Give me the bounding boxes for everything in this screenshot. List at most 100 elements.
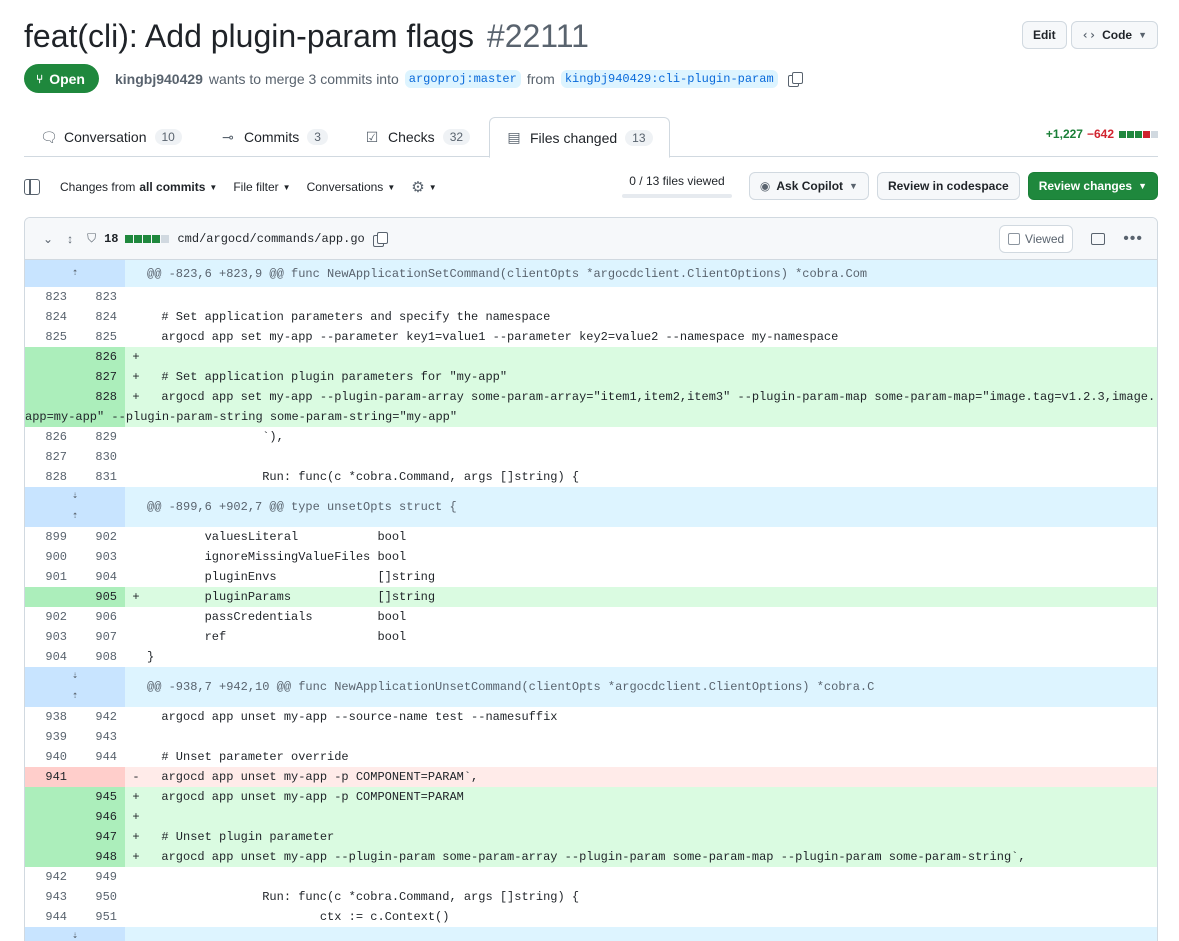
old-line-number[interactable] <box>25 587 75 607</box>
chevron-down-icon[interactable]: ⌄ <box>43 232 53 246</box>
hunk-header: ⇣ ⇡ @@ -899,6 +902,7 @@ type unsetOpts st… <box>25 487 1157 527</box>
new-line-number[interactable]: 948 <box>75 847 125 867</box>
changes-from-dropdown[interactable]: Changes from all commits ▼ <box>60 180 217 194</box>
new-line-number[interactable]: 950 <box>75 887 125 907</box>
old-line-number[interactable]: 940 <box>25 747 75 767</box>
diffstat-square <box>1135 131 1142 138</box>
old-line-number[interactable]: 827 <box>25 447 75 467</box>
old-line-number[interactable]: 823 <box>25 287 75 307</box>
old-line-number[interactable]: 825 <box>25 327 75 347</box>
new-line-number[interactable]: 903 <box>75 547 125 567</box>
old-line-number[interactable] <box>25 807 75 827</box>
tab-files-changed[interactable]: ▤ Files changed 13 <box>489 117 670 158</box>
new-line-number[interactable]: 831 <box>75 467 125 487</box>
old-line-number[interactable]: 903 <box>25 627 75 647</box>
new-line-number[interactable]: 830 <box>75 447 125 467</box>
old-line-number[interactable]: 902 <box>25 607 75 627</box>
expand-down-icon[interactable]: ⇣ <box>72 667 78 687</box>
file-filter-dropdown[interactable]: File filter ▼ <box>233 180 290 194</box>
old-line-number[interactable]: 904 <box>25 647 75 667</box>
tab-count: 32 <box>442 129 471 145</box>
expand-down-icon[interactable]: ⇣ <box>72 487 78 507</box>
new-line-number[interactable]: 825 <box>75 327 125 347</box>
new-line-number[interactable]: 947 <box>75 827 125 847</box>
diff-line: 828 831 Run: func(c *cobra.Command, args … <box>25 467 1157 487</box>
tab-checks[interactable]: ☑ Checks 32 <box>348 117 486 157</box>
old-line-number[interactable] <box>25 787 75 807</box>
expand-up-icon[interactable]: ⇡ <box>72 507 78 527</box>
diff-line: 900 903 ignoreMissingValueFiles bool <box>25 547 1157 567</box>
new-line-number[interactable]: 945 <box>75 787 125 807</box>
copy-icon[interactable] <box>787 71 803 87</box>
chevron-down-icon: ▼ <box>387 182 396 192</box>
old-line-number[interactable]: 944 <box>25 907 75 927</box>
kebab-menu-icon[interactable]: ••• <box>1123 230 1143 248</box>
new-line-number[interactable]: 823 <box>75 287 125 307</box>
ask-copilot-button[interactable]: ◉ Ask Copilot ▼ <box>748 172 869 200</box>
old-line-number[interactable]: 828 <box>25 467 75 487</box>
expand-both-icon[interactable]: ⇣ ⇡ <box>25 487 125 527</box>
expand-down-icon[interactable]: ⇣ <box>25 927 125 941</box>
author-link[interactable]: kingbj940429 <box>115 71 203 87</box>
review-changes-button[interactable]: Review changes ▼ <box>1027 172 1158 200</box>
new-line-number[interactable]: 907 <box>75 627 125 647</box>
old-line-number[interactable] <box>25 347 75 367</box>
base-branch[interactable]: argoproj:master <box>404 69 521 88</box>
sidebar-toggle-icon[interactable] <box>24 179 40 195</box>
copy-path-icon[interactable] <box>372 231 388 247</box>
viewed-checkbox-button[interactable]: Viewed <box>999 225 1074 253</box>
expand-all-icon[interactable]: ↕ <box>67 232 73 246</box>
settings-dropdown[interactable]: ⚙ ▼ <box>411 178 436 196</box>
old-line-number[interactable]: 942 <box>25 867 75 887</box>
new-line-number[interactable]: 944 <box>75 747 125 767</box>
expand-up-icon[interactable]: ⇡ <box>72 687 78 707</box>
expand-both-icon[interactable]: ⇣ ⇡ <box>25 667 125 707</box>
diff-marker <box>125 867 147 887</box>
old-line-number[interactable]: 941 <box>25 767 75 787</box>
new-line-number[interactable]: 951 <box>75 907 125 927</box>
old-line-number[interactable]: 824 <box>25 307 75 327</box>
old-line-number[interactable]: 900 <box>25 547 75 567</box>
old-line-number[interactable]: 939 <box>25 727 75 747</box>
new-line-number[interactable]: 829 <box>75 427 125 447</box>
old-line-number[interactable]: 826 <box>25 427 75 447</box>
new-line-number[interactable]: 902 <box>75 527 125 547</box>
old-line-number[interactable] <box>25 367 75 387</box>
new-line-number[interactable]: 943 <box>75 727 125 747</box>
old-line-number[interactable]: 899 <box>25 527 75 547</box>
file-path[interactable]: cmd/argocd/commands/app.go <box>177 232 364 246</box>
old-line-number[interactable] <box>25 827 75 847</box>
head-branch[interactable]: kingbj940429:cli-plugin-param <box>560 69 778 88</box>
new-line-number[interactable] <box>75 767 125 787</box>
expand-up-icon[interactable]: ⇡ <box>25 260 125 287</box>
old-line-number[interactable]: 943 <box>25 887 75 907</box>
new-line-number[interactable]: 946 <box>75 807 125 827</box>
new-line-number[interactable]: 905 <box>75 587 125 607</box>
new-line-number[interactable]: 908 <box>75 647 125 667</box>
new-line-number[interactable]: 904 <box>75 567 125 587</box>
ask-copilot-label: Ask Copilot <box>776 179 844 193</box>
code-line: Run: func(c *cobra.Command, args []strin… <box>147 470 580 484</box>
file-change-count: 18 <box>104 231 119 246</box>
old-line-number[interactable] <box>25 847 75 867</box>
new-line-number[interactable]: 824 <box>75 307 125 327</box>
new-line-number[interactable]: 827 <box>75 367 125 387</box>
tab-conversation[interactable]: 🗨 Conversation 10 <box>24 117 198 157</box>
conversations-dropdown[interactable]: Conversations ▼ <box>307 180 396 194</box>
code-line: } <box>147 650 155 664</box>
new-line-number[interactable]: 942 <box>75 707 125 727</box>
tab-commits[interactable]: ⊸ Commits 3 <box>204 117 344 157</box>
old-line-number[interactable]: 901 <box>25 567 75 587</box>
diff-marker <box>125 907 147 927</box>
code-button[interactable]: ‹› Code ▼ <box>1070 21 1158 49</box>
viewed-checkbox[interactable] <box>1008 233 1021 245</box>
new-line-number[interactable]: 906 <box>75 607 125 627</box>
comment-icon[interactable] <box>1091 233 1106 245</box>
old-line-number[interactable]: 938 <box>25 707 75 727</box>
new-line-number[interactable]: 949 <box>75 867 125 887</box>
new-line-number[interactable]: 826 <box>75 347 125 367</box>
review-codespace-button[interactable]: Review in codespace <box>876 172 1020 200</box>
edit-button[interactable]: Edit <box>1021 21 1067 49</box>
